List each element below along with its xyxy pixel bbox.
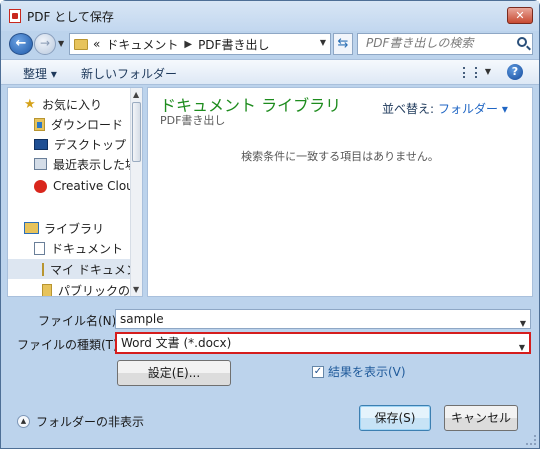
navigation-pane: ★ お気に入り ダウンロード デスクトップ 最近表示した場所 Creative …	[7, 87, 143, 297]
scroll-up-icon[interactable]: ▲	[133, 90, 139, 99]
sidebar-item-my-documents[interactable]: マイ ドキュメント	[8, 259, 142, 279]
address-dropdown-icon[interactable]: ▼	[320, 38, 326, 47]
search-placeholder: PDF書き出しの検索	[366, 36, 474, 50]
desktop-icon	[34, 138, 48, 150]
filename-field[interactable]: sample ▼	[115, 309, 531, 329]
hide-folders-label: フォルダーの非表示	[36, 415, 145, 429]
sidebar-item-label: ライブラリ	[44, 221, 105, 236]
sort-dropdown[interactable]: フォルダー ▾	[438, 100, 508, 117]
settings-button[interactable]: 設定(E)...	[117, 360, 231, 386]
filetype-label: ファイルの種類(T):	[17, 338, 122, 352]
help-button[interactable]: ?	[507, 64, 523, 80]
resize-grip-icon[interactable]	[526, 435, 536, 445]
sidebar-item-desktop[interactable]: デスクトップ	[34, 134, 126, 154]
new-folder-button[interactable]: 新しいフォルダー	[81, 65, 177, 82]
download-folder-icon	[34, 117, 45, 131]
recent-pages-dropdown-icon[interactable]: ▼	[58, 39, 64, 48]
filename-dropdown-icon[interactable]: ▼	[520, 315, 526, 333]
folder-icon	[74, 38, 88, 50]
hide-folders-toggle[interactable]: ▲ フォルダーの非表示	[17, 413, 144, 430]
library-subtitle: PDF書き出し	[160, 114, 226, 127]
creative-cloud-icon	[34, 179, 47, 193]
sidebar-item-label: お気に入り	[42, 97, 103, 112]
folder-icon	[42, 283, 52, 296]
sidebar-item-public-documents[interactable]: パブリックのドキュメント	[42, 280, 142, 296]
sidebar-scrollbar[interactable]: ▲ ▼	[130, 88, 142, 296]
filename-label: ファイル名(N):	[38, 314, 121, 328]
save-button[interactable]: 保存(S)	[359, 405, 431, 431]
command-bar: 整理 ▾ 新しいフォルダー ▼ ?	[1, 59, 539, 85]
navigation-bar: ← → ▼ « ドキュメント ▶ PDF書き出し ▼ ⇆ PDF書き出しの検索	[1, 31, 539, 57]
address-bar[interactable]: « ドキュメント ▶ PDF書き出し ▼	[69, 33, 331, 55]
sidebar-item-favorites[interactable]: ★ お気に入り	[24, 94, 102, 114]
library-icon	[24, 222, 39, 234]
organize-button[interactable]: 整理 ▾	[23, 65, 57, 82]
document-icon	[34, 241, 45, 255]
sidebar-item-creative-cloud[interactable]: Creative Cloud	[34, 176, 141, 196]
folder-icon	[42, 262, 44, 276]
sidebar-item-label: ダウンロード	[51, 117, 124, 132]
file-list-pane: ドキュメント ライブラリ PDF書き出し 並べ替え: フォルダー ▾ 検索条件に…	[147, 87, 533, 297]
sidebar-item-library[interactable]: ライブラリ	[24, 218, 104, 238]
breadcrumb-separator-icon[interactable]: ▶	[184, 39, 192, 50]
filetype-value: Word 文書 (*.docx)	[121, 336, 232, 350]
search-icon[interactable]	[517, 37, 527, 47]
breadcrumb-documents[interactable]: ドキュメント	[106, 36, 178, 53]
sidebar-item-recent-places[interactable]: 最近表示した場所	[34, 154, 142, 174]
empty-message: 検索条件に一致する項目はありません。	[241, 150, 439, 163]
show-result-checkbox[interactable]: ✓ 結果を表示(V)	[312, 363, 406, 380]
filetype-dropdown-icon[interactable]: ▼	[519, 339, 525, 357]
search-input[interactable]: PDF書き出しの検索	[357, 33, 533, 55]
window-title: PDF として保存	[27, 10, 114, 24]
title-bar: PDF として保存 ✕	[1, 1, 539, 31]
view-dropdown-icon[interactable]: ▼	[485, 67, 491, 76]
close-button[interactable]: ✕	[507, 7, 533, 24]
sort-label: 並べ替え:	[382, 102, 435, 116]
sidebar-item-documents[interactable]: ドキュメント	[34, 238, 123, 258]
filetype-select[interactable]: Word 文書 (*.docx) ▼	[115, 332, 531, 354]
forward-button[interactable]: →	[34, 33, 56, 55]
pdf-icon	[9, 9, 21, 23]
refresh-button[interactable]: ⇆	[333, 33, 353, 55]
scroll-down-icon[interactable]: ▼	[133, 285, 139, 294]
sidebar-item-label: デスクトップ	[54, 137, 127, 152]
chevron-up-icon[interactable]: ▲	[17, 415, 30, 428]
show-result-label: 結果を表示(V)	[328, 365, 406, 379]
recent-places-icon	[34, 158, 47, 170]
star-icon: ★	[24, 96, 36, 112]
sidebar-item-downloads[interactable]: ダウンロード	[34, 114, 123, 134]
sidebar-item-label: Creative Cloud	[53, 179, 142, 193]
checkmark-icon[interactable]: ✓	[312, 365, 324, 378]
filename-value: sample	[120, 312, 164, 326]
cancel-button[interactable]: キャンセル	[444, 405, 518, 431]
scroll-thumb[interactable]	[132, 102, 141, 162]
breadcrumb-pdf-export[interactable]: PDF書き出し	[198, 36, 269, 53]
breadcrumb-prefix[interactable]: «	[93, 37, 100, 51]
view-options-icon[interactable]	[463, 67, 477, 78]
back-button[interactable]: ←	[9, 33, 33, 55]
save-dialog: PDF として保存 ✕ ← → ▼ « ドキュメント ▶ PDF書き出し ▼ ⇆…	[0, 0, 540, 449]
sidebar-item-label: ドキュメント	[51, 241, 124, 256]
